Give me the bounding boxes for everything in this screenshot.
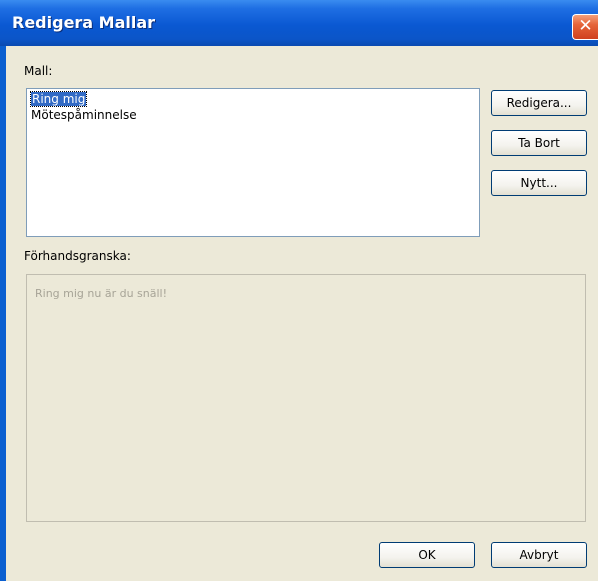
preview-text: Ring mig nu är du snäll!: [35, 287, 168, 300]
template-item-motespaminnelse[interactable]: Mötespåminnelse: [30, 107, 476, 123]
preview-box: Ring mig nu är du snäll!: [26, 274, 586, 522]
close-button[interactable]: ✕: [572, 14, 598, 40]
close-icon: ✕: [578, 16, 593, 36]
dialog-body: Mall: Ring mig Mötespåminnelse Redigera.…: [6, 46, 598, 581]
ok-button[interactable]: OK: [379, 542, 475, 568]
preview-label: Förhandsgranska:: [24, 249, 131, 263]
new-button[interactable]: Nytt...: [491, 170, 587, 196]
delete-button[interactable]: Ta Bort: [491, 130, 587, 156]
template-label: Mall:: [24, 64, 53, 78]
template-item-ring-mig[interactable]: Ring mig: [29, 91, 476, 107]
edit-button[interactable]: Redigera...: [491, 90, 587, 116]
title-bar[interactable]: Redigera Mallar ✕: [0, 0, 598, 46]
template-list[interactable]: Ring mig Mötespåminnelse: [26, 88, 480, 237]
dialog-window: Redigera Mallar ✕ Mall: Ring mig Mötespå…: [0, 0, 598, 581]
cancel-button[interactable]: Avbryt: [491, 542, 587, 568]
window-title: Redigera Mallar: [12, 13, 156, 32]
